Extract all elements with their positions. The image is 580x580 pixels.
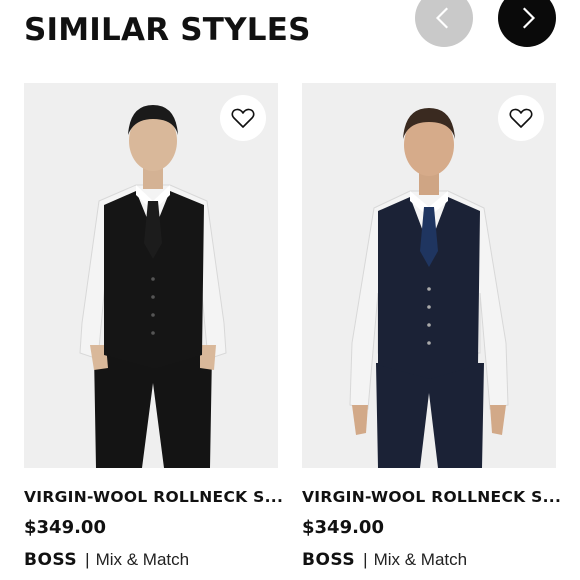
chevron-right-icon xyxy=(522,7,536,29)
carousel-next-button[interactable] xyxy=(498,0,556,47)
brand-separator: | xyxy=(85,550,90,569)
product-price: $349.00 xyxy=(24,517,106,538)
brand-name: BOSS xyxy=(24,550,78,570)
collection-name: Mix & Match xyxy=(95,550,190,569)
brand-name: BOSS xyxy=(302,550,356,570)
heart-outline-icon xyxy=(231,108,255,128)
product-image[interactable] xyxy=(302,83,556,468)
brand-row: BOSS | Mix & Match xyxy=(24,548,278,572)
brand-separator: | xyxy=(363,550,368,569)
carousel-prev-button[interactable] xyxy=(415,0,473,47)
product-price: $349.00 xyxy=(302,517,384,538)
favorite-button[interactable] xyxy=(220,95,266,141)
product-image[interactable] xyxy=(24,83,278,468)
collection-name: Mix & Match xyxy=(373,550,468,569)
product-card[interactable]: VIRGIN-WOOL ROLLNECK S... $349.00 BOSS |… xyxy=(24,83,283,572)
brand-row: BOSS | Mix & Match xyxy=(302,548,556,572)
product-card[interactable]: VIRGIN-WOOL ROLLNECK S... $349.00 BOSS |… xyxy=(302,83,561,572)
chevron-left-icon xyxy=(435,7,449,29)
favorite-button[interactable] xyxy=(498,95,544,141)
section-title: SIMILAR STYLES xyxy=(24,12,311,48)
product-name[interactable]: VIRGIN-WOOL ROLLNECK S... xyxy=(302,486,564,508)
product-name[interactable]: VIRGIN-WOOL ROLLNECK S... xyxy=(24,486,286,508)
heart-outline-icon xyxy=(509,108,533,128)
